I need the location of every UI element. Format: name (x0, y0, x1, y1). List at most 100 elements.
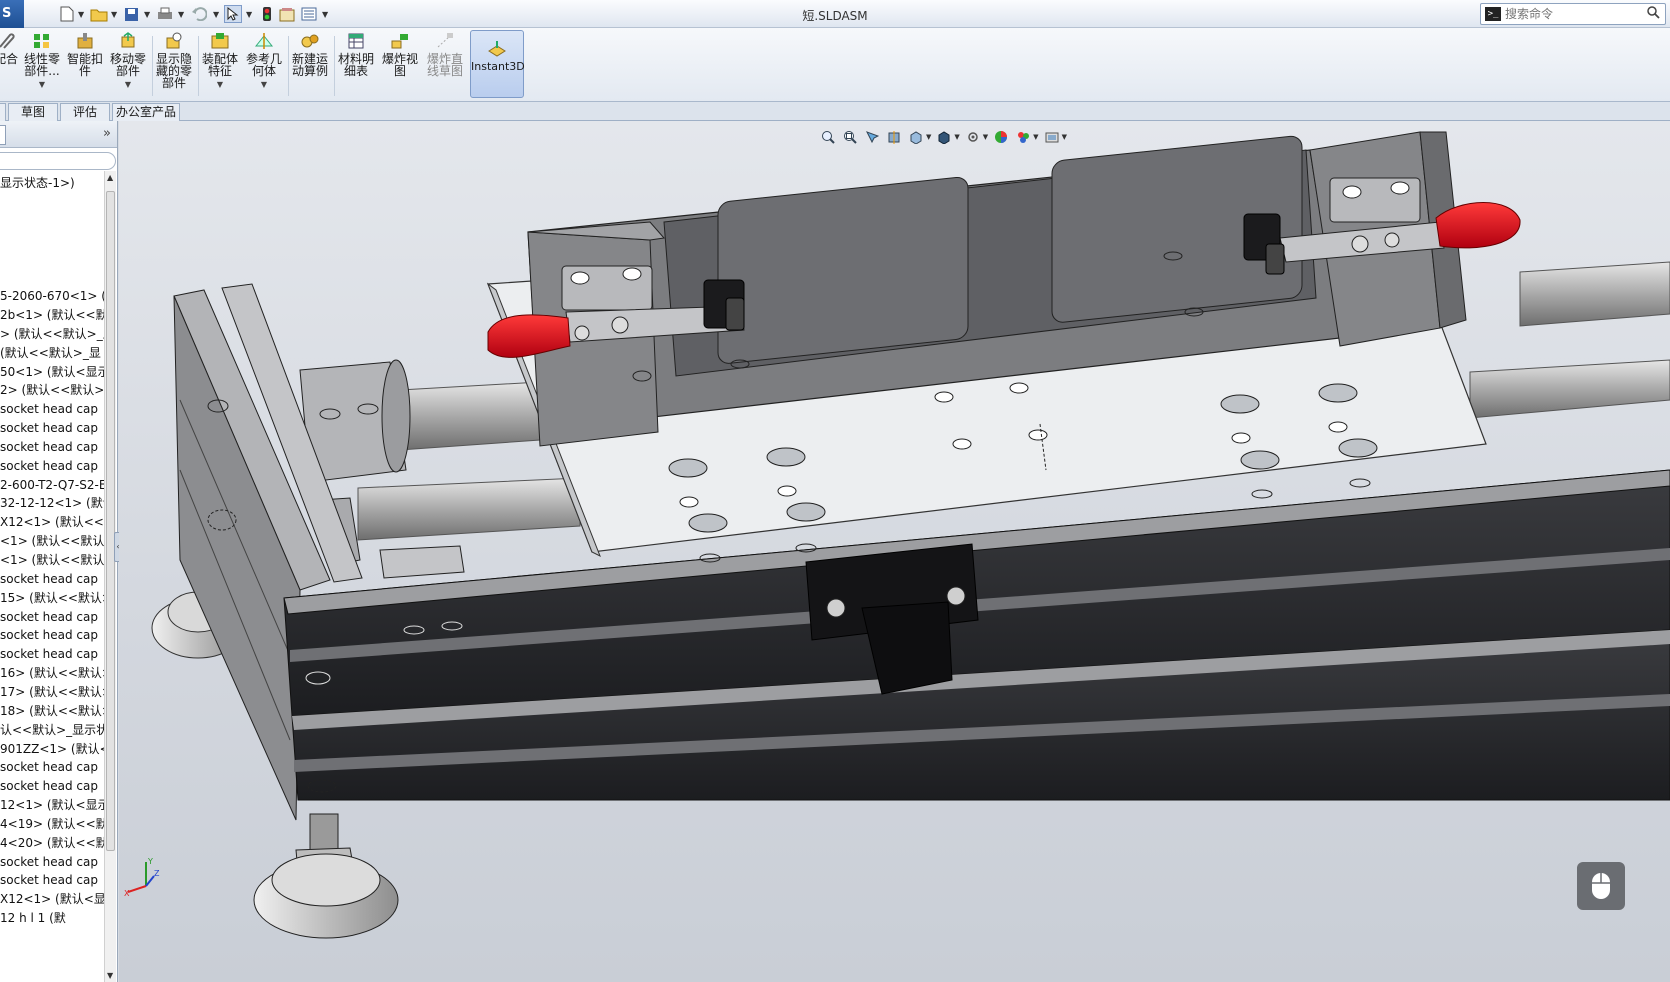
options-dropdown-icon[interactable]: ▼ (322, 10, 328, 19)
tree-item[interactable]: 2-600-T2-Q7-S2-E (0, 476, 104, 495)
tree-item[interactable] (0, 231, 104, 250)
graphics-area[interactable]: ▼ ▼ ▼ ▼ ▼ Y X Z (119, 121, 1670, 982)
smart-fasteners-button[interactable]: 智能扣 件 (66, 32, 104, 98)
scroll-thumb[interactable] (106, 191, 115, 851)
explode-line-sketch-button[interactable]: 爆炸直 线草图 (424, 32, 466, 98)
tree-item[interactable]: 5-2060-670<1> (默 (0, 287, 104, 306)
move-component-dropdown-icon[interactable]: ▼ (108, 79, 148, 91)
tree-item[interactable]: socket head cap (0, 608, 104, 627)
tree-item[interactable]: socket head cap (0, 871, 104, 890)
options-icon[interactable] (300, 5, 318, 23)
tree-item[interactable]: 4<19> (默认<<默认 (0, 815, 104, 834)
select-cursor-icon[interactable] (224, 5, 242, 23)
tab-sketch[interactable]: 草图 (8, 103, 58, 121)
tree-item[interactable]: 2> (默认<<默认>_显 (0, 381, 104, 400)
scroll-down-icon[interactable]: ▼ (107, 971, 113, 980)
tree-item[interactable]: socket head cap (0, 438, 104, 457)
tab-assembly[interactable] (0, 103, 6, 121)
assembly-features-dropdown-icon[interactable]: ▼ (200, 79, 240, 91)
scroll-up-icon[interactable]: ▲ (107, 173, 113, 182)
file-properties-icon[interactable] (278, 5, 296, 23)
search-commands-box[interactable]: >_ (1480, 3, 1666, 25)
tree-item[interactable]: socket head cap (0, 570, 104, 589)
open-dropdown-icon[interactable]: ▼ (111, 10, 117, 19)
tree-item[interactable]: socket head cap (0, 626, 104, 645)
save-dropdown-icon[interactable]: ▼ (144, 10, 150, 19)
tree-item[interactable]: 16> (默认<<默认>_ (0, 664, 104, 683)
tree-item[interactable]: 15> (默认<<默认>_ (0, 589, 104, 608)
reference-geometry-label-2: 何体 (251, 64, 276, 78)
tree-item[interactable]: 12<1> (默认<显示 (0, 796, 104, 815)
tree-item[interactable]: socket head cap (0, 645, 104, 664)
command-prompt-icon: >_ (1485, 7, 1501, 21)
reference-geometry-button[interactable]: 参考几 何体 ▼ (244, 32, 284, 98)
tab-evaluate[interactable]: 评估 (60, 103, 110, 121)
linear-pattern-button[interactable]: 线性零 部件... ▼ (22, 32, 62, 98)
motion-study-label-2: 动算例 (291, 64, 328, 78)
undo-dropdown-icon[interactable]: ▼ (213, 10, 219, 19)
show-hidden-components-button[interactable]: 显示隐 藏的零 部件 (154, 32, 194, 98)
print-icon[interactable] (156, 5, 174, 23)
panel-header: » (0, 121, 117, 148)
tree-item[interactable]: <1> (默认<<默认> (0, 532, 104, 551)
move-component-button[interactable]: 移动零 部件 ▼ (108, 32, 148, 98)
expand-panel-icon[interactable]: » (103, 126, 111, 141)
app-menu-button[interactable]: S (0, 0, 24, 28)
paperclip-icon (0, 33, 15, 49)
tree-item[interactable]: socket head cap (0, 758, 104, 777)
tree-item[interactable]: socket head cap (0, 853, 104, 872)
tree-item[interactable]: socket head cap (0, 457, 104, 476)
tree-item[interactable]: 32-12-12<1> (默认 (0, 494, 104, 513)
undo-icon[interactable] (190, 5, 208, 23)
bom-label-2: 细表 (343, 64, 368, 78)
new-document-icon[interactable] (58, 5, 76, 23)
mate-label: 配合 (0, 52, 19, 66)
tree-item[interactable] (0, 268, 104, 287)
tree-item[interactable]: 901ZZ<1> (默认< (0, 740, 104, 759)
tree-item[interactable]: socket head cap (0, 777, 104, 796)
feature-manager-tab[interactable] (0, 125, 6, 145)
tree-item[interactable]: socket head cap (0, 419, 104, 438)
mate-button[interactable]: 配合 (0, 32, 18, 98)
tree-item[interactable]: socket head cap (0, 400, 104, 419)
tree-item[interactable]: 17> (默认<<默认>_ (0, 683, 104, 702)
print-dropdown-icon[interactable]: ▼ (178, 10, 184, 19)
rebuild-icon[interactable] (258, 5, 276, 23)
open-folder-icon[interactable] (90, 5, 108, 23)
search-input[interactable] (1505, 7, 1647, 21)
reference-geometry-dropdown-icon[interactable]: ▼ (244, 79, 284, 91)
assembly-features-button[interactable]: 装配体 特征 ▼ (200, 32, 240, 98)
tree-scrollbar[interactable]: ▲ ▼ (104, 171, 116, 982)
tree-item[interactable] (0, 193, 104, 212)
exploded-view-button[interactable]: 爆炸视 图 (380, 32, 420, 98)
bill-of-materials-button[interactable]: 材料明 细表 (336, 32, 376, 98)
tree-item[interactable]: 18> (默认<<默认>_ (0, 702, 104, 721)
tree-item[interactable] (0, 212, 104, 231)
mouse-gesture-widget[interactable] (1577, 862, 1625, 910)
tree-item[interactable]: 50<1> (默认<显示 (0, 363, 104, 382)
tree-filter-field[interactable] (0, 152, 116, 170)
move-component-label-2: 部件 (115, 64, 140, 78)
new-motion-study-button[interactable]: 新建运 动算例 (290, 32, 330, 98)
tree-item[interactable]: X12<1> (默认<<默 (0, 513, 104, 532)
linear-pattern-dropdown-icon[interactable]: ▼ (22, 79, 62, 91)
assembly-model[interactable] (119, 121, 1670, 982)
save-icon[interactable] (122, 5, 140, 23)
tree-item[interactable]: <1> (默认<<默认> (0, 551, 104, 570)
new-dropdown-icon[interactable]: ▼ (78, 10, 84, 19)
tree-item[interactable]: 12 h l 1 (默 (0, 909, 104, 928)
tree-item[interactable]: (默认<<默认>_显 (0, 344, 104, 363)
tab-office-products[interactable]: 办公室产品 (112, 103, 180, 121)
tree-item[interactable]: 显示状态-1>) (0, 174, 104, 193)
tree-item[interactable] (0, 249, 104, 268)
instant3d-button[interactable]: Instant3D (470, 30, 525, 98)
search-icon[interactable] (1647, 5, 1665, 23)
select-dropdown-icon[interactable]: ▼ (246, 10, 252, 19)
tree-item[interactable]: 4<20> (默认<<默认 (0, 834, 104, 853)
tree-item[interactable]: X12<1> (默认<显 (0, 890, 104, 909)
svg-text:X: X (124, 889, 130, 898)
tree-item[interactable]: 2b<1> (默认<<默认 (0, 306, 104, 325)
command-tabs: 草图 评估 办公室产品 (0, 102, 1670, 121)
tree-item[interactable]: 认<<默认>_显示状 (0, 721, 104, 740)
tree-item[interactable]: > (默认<<默认>_显 (0, 325, 104, 344)
